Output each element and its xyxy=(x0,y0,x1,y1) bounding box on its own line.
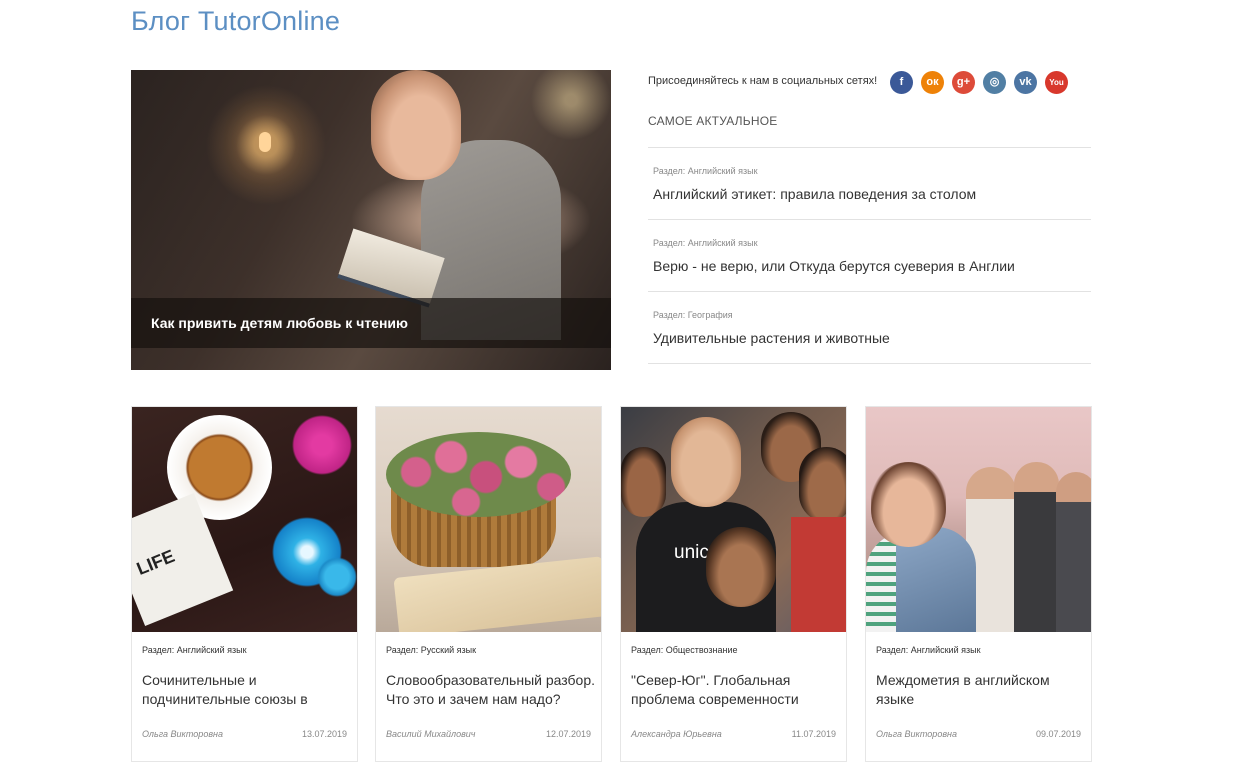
child-image xyxy=(791,517,846,632)
news-section: Раздел: География xyxy=(653,310,733,320)
social-icons: f ок g+ ◎ vk You xyxy=(890,71,1068,94)
card-author: Василий Михайлович xyxy=(386,729,476,739)
card-thumbnail[interactable]: unic xyxy=(621,407,846,632)
news-title[interactable]: Верю - не верю, или Откуда берутся суеве… xyxy=(653,258,1015,274)
article-card[interactable]: unic Раздел: Обществознание "Север-Юг". … xyxy=(620,406,847,762)
news-item[interactable]: Раздел: Английский язык Верю - не верю, … xyxy=(648,220,1091,292)
news-section: Раздел: Английский язык xyxy=(653,166,758,176)
child-image xyxy=(799,447,846,522)
girl-face-image xyxy=(871,462,946,547)
person-image xyxy=(1056,472,1091,632)
news-title[interactable]: Английский этикет: правила поведения за … xyxy=(653,186,976,202)
card-thumbnail[interactable] xyxy=(376,407,601,632)
book-image xyxy=(393,556,601,632)
top-news-heading: САМОЕ АКТУАЛЬНОЕ xyxy=(648,114,778,128)
card-section: Раздел: Русский язык xyxy=(386,645,477,655)
card-date: 09.07.2019 xyxy=(1035,729,1081,739)
card-date: 13.07.2019 xyxy=(301,729,347,739)
top-news-list: Раздел: Английский язык Английский этике… xyxy=(648,147,1091,364)
card-thumbnail[interactable]: LIFE xyxy=(132,407,357,632)
card-date: 12.07.2019 xyxy=(545,729,591,739)
hero-lamp-image xyxy=(259,132,271,152)
card-title[interactable]: "Север-Юг". Глобальная проблема современ… xyxy=(631,671,841,709)
blog-title[interactable]: Блог TutorOnline xyxy=(131,6,340,37)
card-date: 11.07.2019 xyxy=(791,729,836,739)
flower-image xyxy=(317,557,357,597)
card-author: Ольга Викторовна xyxy=(142,729,223,739)
news-title[interactable]: Удивительные растения и животные xyxy=(653,330,890,346)
news-item[interactable]: Раздел: Английский язык Английский этике… xyxy=(648,148,1091,220)
article-card[interactable]: Раздел: Английский язык Междометия в анг… xyxy=(865,406,1092,762)
article-card[interactable]: LIFE Раздел: Английский язык Сочинительн… xyxy=(131,406,358,762)
child-image xyxy=(621,447,666,517)
hero-article[interactable]: Как привить детям любовь к чтению xyxy=(131,70,611,370)
card-section: Раздел: Обществознание xyxy=(631,645,738,655)
roses-image xyxy=(386,432,571,517)
facebook-icon[interactable]: f xyxy=(890,71,913,94)
hero-title[interactable]: Как привить детям любовь к чтению xyxy=(151,315,408,331)
man-face-image xyxy=(671,417,741,507)
card-title[interactable]: Сочинительные и подчинительные союзы в xyxy=(142,671,352,709)
card-author: Ольга Викторовна xyxy=(876,729,957,739)
news-item[interactable]: Раздел: География Удивительные растения … xyxy=(648,292,1091,364)
child-image xyxy=(706,527,776,607)
card-title[interactable]: Междометия в английском языке xyxy=(876,671,1086,709)
hero-caption: Как привить детям любовь к чтению xyxy=(131,298,611,348)
instagram-icon[interactable]: ◎ xyxy=(983,71,1006,94)
news-section: Раздел: Английский язык xyxy=(653,238,758,248)
hero-face-image xyxy=(371,70,461,180)
flower-image xyxy=(292,415,352,475)
card-title[interactable]: Словообразовательный разбор. Что это и з… xyxy=(386,671,596,709)
social-join-text: Присоединяйтесь к нам в социальных сетях… xyxy=(648,75,878,87)
vk-icon[interactable]: vk xyxy=(1014,71,1037,94)
card-author: Александра Юрьевна xyxy=(631,729,722,739)
odnoklassniki-icon[interactable]: ок xyxy=(921,71,944,94)
google-plus-icon[interactable]: g+ xyxy=(952,71,975,94)
card-thumbnail[interactable] xyxy=(866,407,1091,632)
youtube-icon[interactable]: You xyxy=(1045,71,1068,94)
card-section: Раздел: Английский язык xyxy=(876,645,981,655)
card-section: Раздел: Английский язык xyxy=(142,645,247,655)
person-image xyxy=(1014,462,1059,632)
article-card[interactable]: Раздел: Русский язык Словообразовательны… xyxy=(375,406,602,762)
